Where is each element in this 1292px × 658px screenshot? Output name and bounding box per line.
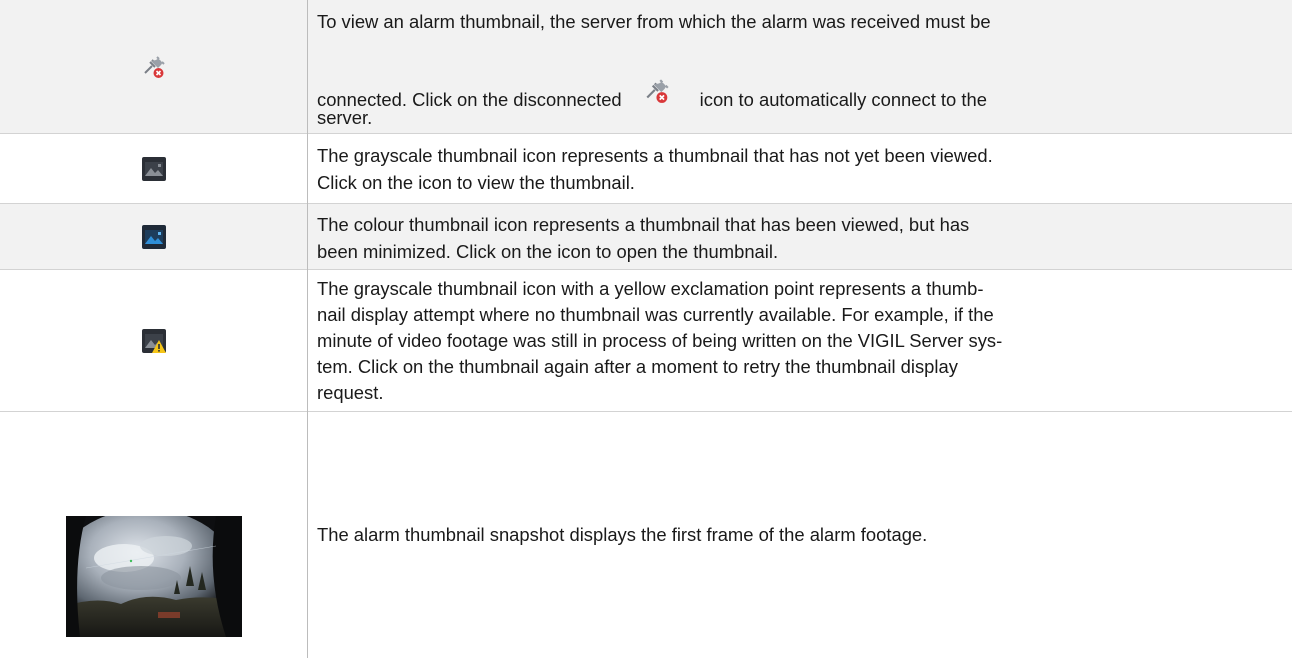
description-line: nail display attempt where no thumbnail … [317,304,994,325]
description-line: connected. Click on the disconnected ico… [317,78,987,113]
description-line: request. [317,382,384,403]
description-cell: The grayscale thumbnail icon with a yell… [317,270,1278,411]
description-text: icon to automatically connect to the [699,89,987,110]
description-line: tem. Click on the thumbnail again after … [317,356,958,377]
description-line: server. [317,107,373,128]
icon-cell [0,412,307,658]
grayscale-thumbnail-icon[interactable] [141,156,166,181]
table-row-grayscale-thumbnail: The grayscale thumbnail icon represents … [0,134,1292,204]
description-cell: The alarm thumbnail snapshot displays th… [317,412,1278,658]
table-row-alarm-snapshot: The alarm thumbnail snapshot displays th… [0,412,1292,658]
description-line: The grayscale thumbnail icon with a yell… [317,278,984,299]
icon-cell [0,204,307,269]
disconnected-server-icon[interactable] [142,55,166,79]
description-cell: The colour thumbnail icon represents a t… [317,204,1278,269]
table-row-disconnected: To view an alarm thumbnail, the server f… [0,0,1292,134]
table-row-colour-thumbnail: The colour thumbnail icon represents a t… [0,204,1292,270]
description-line: been minimized. Click on the icon to ope… [317,241,779,262]
disconnected-server-icon[interactable] [644,78,670,104]
description-line: To view an alarm thumbnail, the server f… [317,11,991,32]
alarm-snapshot-image[interactable] [65,516,242,637]
description-cell: The grayscale thumbnail icon represents … [317,134,1278,203]
description-cell: To view an alarm thumbnail, the server f… [317,0,1278,133]
column-divider [307,0,308,658]
description-line: Click on the icon to view the thumbnail. [317,172,635,193]
icon-cell [0,0,307,133]
description-line: minute of video footage was still in pro… [317,330,1003,351]
description-line: The grayscale thumbnail icon represents … [317,145,993,166]
thumbnail-warning-icon[interactable] [141,328,166,353]
colour-thumbnail-icon[interactable] [141,224,166,249]
description-line: The alarm thumbnail snapshot displays th… [317,524,928,545]
icon-reference-table: To view an alarm thumbnail, the server f… [0,0,1292,658]
icon-cell [0,270,307,411]
description-line: The colour thumbnail icon represents a t… [317,214,970,235]
icon-cell [0,134,307,203]
table-row-thumbnail-warning: The grayscale thumbnail icon with a yell… [0,270,1292,412]
